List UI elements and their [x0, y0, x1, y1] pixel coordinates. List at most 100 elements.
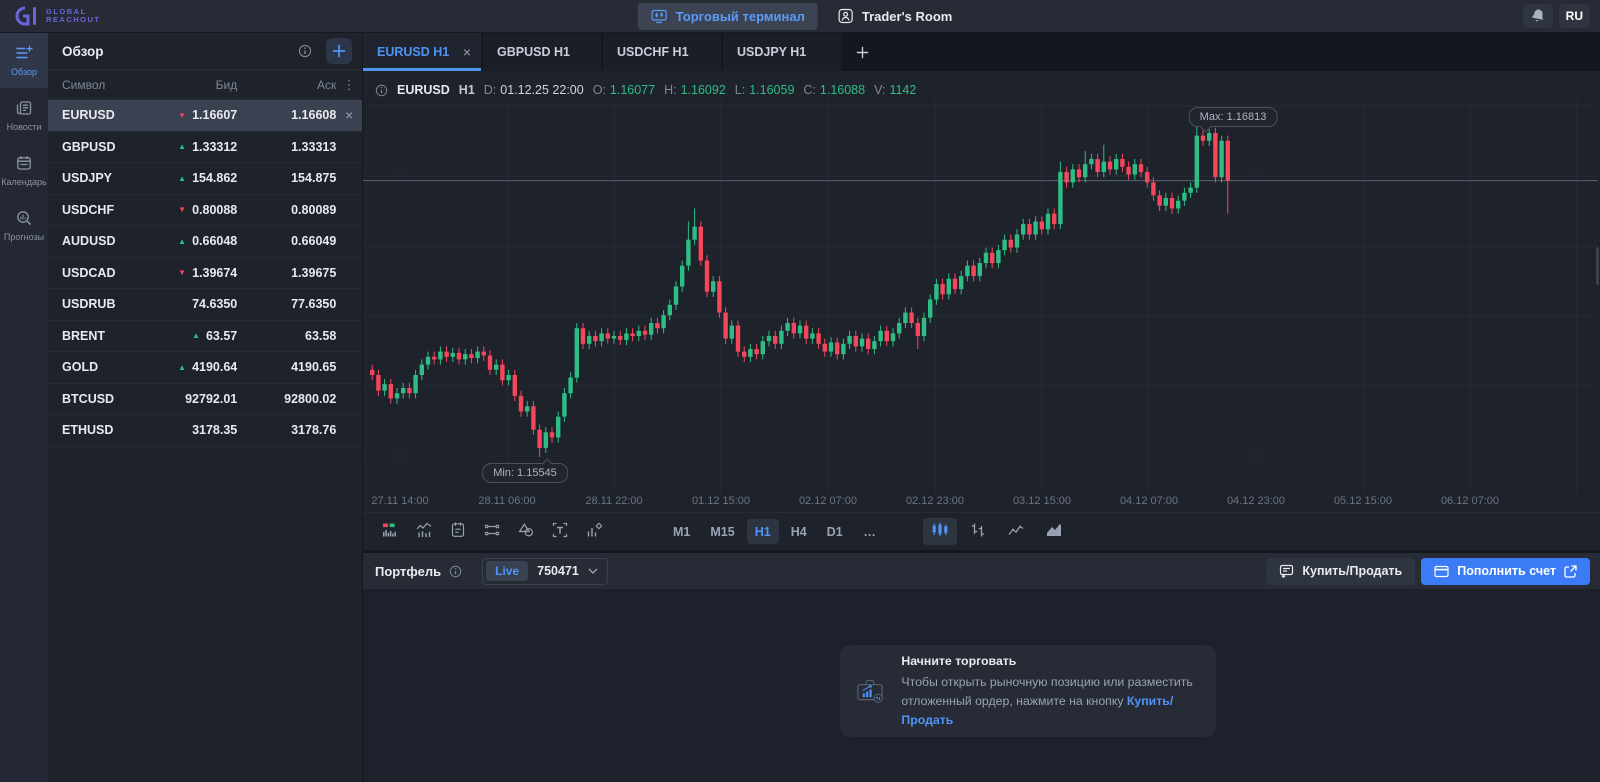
- empty-state-title: Начните торговать: [901, 652, 1199, 671]
- watchlist-row-usdcad[interactable]: USDCAD ▼1.39674 1.39675: [48, 258, 362, 290]
- x-axis-tick: 04.12 07:00: [1120, 495, 1178, 507]
- account-type-badge: Live: [486, 561, 528, 581]
- order-ticket-icon: [1279, 564, 1294, 579]
- sidebar-item-label: Календарь: [1, 177, 46, 187]
- timeframe-d1[interactable]: D1: [819, 519, 851, 544]
- buy-sell-button[interactable]: Купить/Продать: [1266, 558, 1415, 585]
- column-ask: Аск: [237, 78, 336, 92]
- chart-toolbar: M1M15H1H4D1…: [363, 512, 1600, 550]
- column-symbol: Символ: [62, 78, 150, 92]
- events-button[interactable]: [443, 519, 473, 545]
- tab-gbpusd-h1[interactable]: GBPUSD H1: [483, 33, 601, 71]
- candlestick-chart[interactable]: [363, 99, 1598, 494]
- watchlist-row-brent[interactable]: BRENT ▲63.57 63.58: [48, 321, 362, 353]
- timeframes-group: M1M15H1H4D1…: [665, 519, 889, 544]
- chart-info-icon[interactable]: [375, 84, 388, 97]
- chart-settings-button[interactable]: [579, 519, 609, 545]
- chart-type-line-button[interactable]: [999, 518, 1033, 545]
- info-ohlc-values: D:01.12.25 22:00 O:1.16077 H:1.16092 L:1…: [484, 83, 917, 97]
- chart-area[interactable]: Max: 1.16813 Min: 1.15545: [363, 99, 1600, 494]
- text-tool-button[interactable]: [545, 519, 575, 545]
- left-rail: Обзор Новости Календарь Прогнозы: [0, 33, 48, 782]
- watchlist-row-eurusd[interactable]: EURUSD ▼1.16607 1.16608 ×: [48, 100, 362, 132]
- watchlist-row-audusd[interactable]: AUDUSD ▲0.66048 0.66049: [48, 226, 362, 258]
- nav-traders-room[interactable]: Trader's Room: [828, 8, 963, 24]
- language-button[interactable]: RU: [1559, 4, 1590, 28]
- bid-value: ▼1.16607: [150, 108, 238, 122]
- bid-value: ▲154.862: [150, 171, 238, 185]
- timeframe-h1[interactable]: H1: [747, 519, 779, 544]
- volume-style-button[interactable]: [375, 519, 405, 545]
- account-number: 750471: [537, 564, 579, 578]
- ask-value: 1.33313: [237, 140, 336, 154]
- bid-value: ▲63.57: [150, 329, 238, 343]
- nav-traders-room-label: Trader's Room: [862, 9, 953, 24]
- timeframe-m15[interactable]: M15: [702, 519, 742, 544]
- plus-icon: [332, 44, 346, 58]
- watchlist-row-btcusd[interactable]: BTCUSD 92792.01 92800.02: [48, 384, 362, 416]
- info-o: O:1.16077: [593, 83, 655, 97]
- min-price-label: Min: 1.15545: [482, 463, 568, 483]
- max-price-label: Max: 1.16813: [1189, 107, 1278, 127]
- ask-value: 0.66049: [237, 234, 336, 248]
- remove-symbol-icon[interactable]: ×: [336, 107, 362, 123]
- symbol-label: EURUSD: [62, 108, 150, 122]
- chart-scrollbar[interactable]: [1596, 247, 1599, 285]
- logo-mark-icon: [14, 5, 40, 27]
- watchlist-rows: EURUSD ▼1.16607 1.16608 × GBPUSD ▲1.3331…: [48, 100, 362, 447]
- close-tab-icon[interactable]: ×: [463, 44, 471, 60]
- ask-value: 92800.02: [237, 392, 336, 406]
- brand-logo: GLOBAL REACHOUT: [14, 5, 101, 27]
- line-tools-icon: [484, 522, 500, 541]
- nav-trading-terminal[interactable]: Торговый терминал: [638, 3, 818, 30]
- chart-type-candles-button[interactable]: [923, 518, 957, 545]
- timeframe-m1[interactable]: M1: [665, 519, 698, 544]
- timeframe-more[interactable]: …: [855, 519, 885, 544]
- sidebar-item-calendar[interactable]: Календарь: [0, 143, 48, 198]
- tab-eurusd-h1[interactable]: EURUSD H1 ×: [363, 33, 481, 71]
- chart-type-area-button[interactable]: [1037, 518, 1071, 545]
- tab-usdjpy-h1[interactable]: USDJPY H1: [723, 33, 841, 71]
- watchlist-panel: Обзор Символ Бид Аск ⋮ EURUSD ▼1.16607 1…: [48, 33, 363, 782]
- card-icon: [1434, 565, 1449, 578]
- up-arrow-icon: ▲: [178, 363, 186, 372]
- watchlist-row-gold[interactable]: GOLD ▲4190.64 4190.65: [48, 352, 362, 384]
- chart-type-bars-button[interactable]: [961, 518, 995, 545]
- x-axis-tick: 02.12 23:00: [906, 495, 964, 507]
- tab-usdchf-h1[interactable]: USDCHF H1: [603, 33, 721, 71]
- deposit-button[interactable]: Пополнить счет: [1421, 558, 1590, 585]
- deposit-label: Пополнить счет: [1457, 564, 1556, 578]
- watchlist-row-usdjpy[interactable]: USDJPY ▲154.862 154.875: [48, 163, 362, 195]
- plus-icon: [856, 46, 869, 59]
- bid-value: ▲4190.64: [150, 360, 238, 374]
- line-tools-button[interactable]: [477, 519, 507, 545]
- add-symbol-button[interactable]: [326, 38, 352, 64]
- watchlist-info-icon[interactable]: [298, 44, 312, 58]
- sidebar-item-overview[interactable]: Обзор: [0, 33, 48, 88]
- shapes-tool-icon: [518, 522, 534, 541]
- info-d: D:01.12.25 22:00: [484, 83, 584, 97]
- shapes-tool-button[interactable]: [511, 519, 541, 545]
- symbol-label: USDRUB: [62, 297, 150, 311]
- tab-label: EURUSD H1: [377, 45, 449, 59]
- indicators-button[interactable]: [409, 519, 439, 545]
- x-axis-tick: 06.12 07:00: [1441, 495, 1499, 507]
- x-axis-labels: 27.11 14:0028.11 06:0028.11 22:0001.12 1…: [363, 494, 1600, 512]
- watchlist-row-ethusd[interactable]: ETHUSD 3178.35 3178.76: [48, 415, 362, 447]
- timeframe-h4[interactable]: H4: [783, 519, 815, 544]
- ask-value: 1.39675: [237, 266, 336, 280]
- notifications-button[interactable]: [1523, 4, 1553, 28]
- sidebar-item-news[interactable]: Новости: [0, 88, 48, 143]
- sidebar-item-forecasts[interactable]: Прогнозы: [0, 198, 48, 253]
- add-chart-tab-button[interactable]: [843, 33, 881, 71]
- columns-menu-icon[interactable]: ⋮: [336, 77, 362, 93]
- watchlist-row-usdrub[interactable]: USDRUB 74.6350 77.6350: [48, 289, 362, 321]
- account-selector[interactable]: Live 750471: [482, 558, 608, 585]
- tab-label: USDCHF H1: [617, 45, 689, 59]
- portfolio-info-icon[interactable]: [449, 565, 462, 578]
- watchlist-row-usdchf[interactable]: USDCHF ▼0.80088 0.80089: [48, 195, 362, 227]
- bid-value: ▲0.66048: [150, 234, 238, 248]
- up-arrow-icon: ▲: [178, 174, 186, 183]
- x-axis-tick: 05.12 15:00: [1334, 495, 1392, 507]
- watchlist-row-gbpusd[interactable]: GBPUSD ▲1.33312 1.33313: [48, 132, 362, 164]
